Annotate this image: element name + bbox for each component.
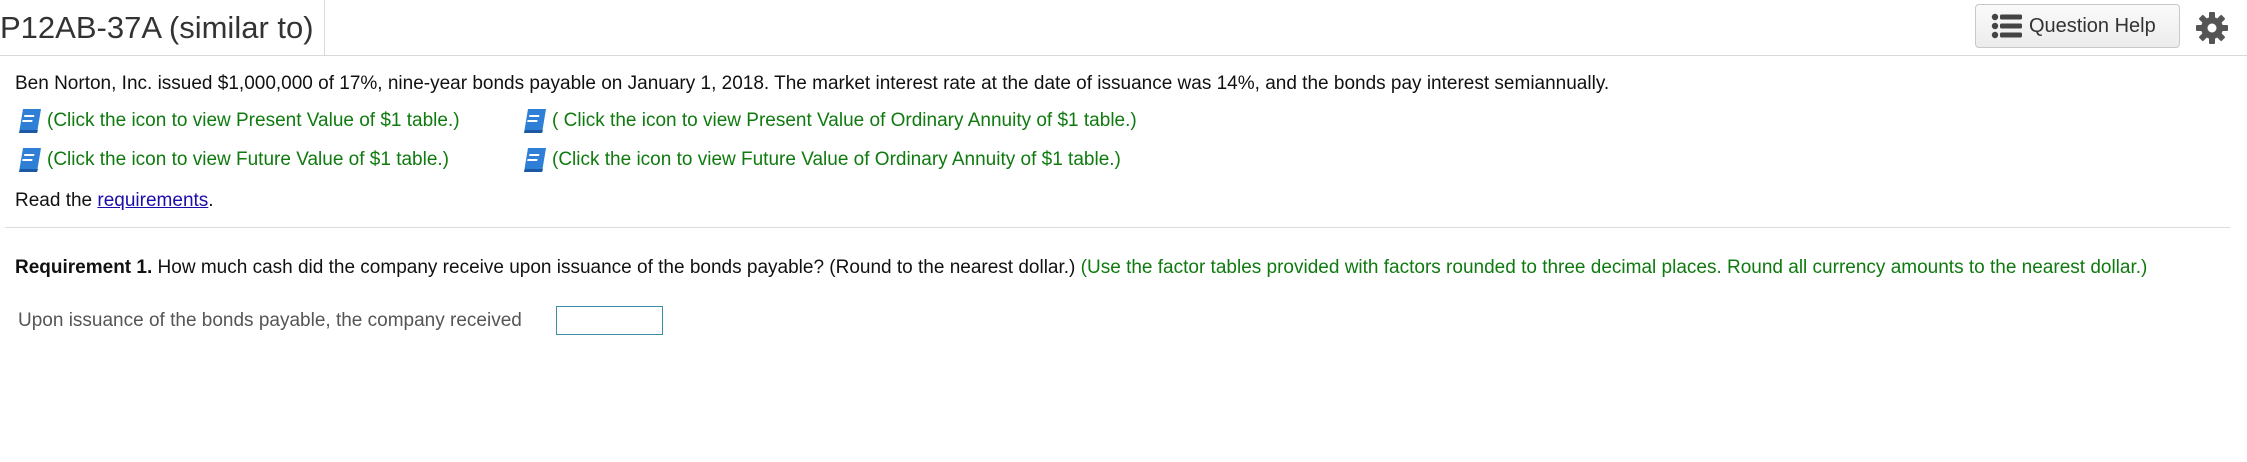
- problem-content: Ben Norton, Inc. issued $1,000,000 of 17…: [5, 70, 2230, 335]
- book-icon: [19, 148, 41, 172]
- requirements-link[interactable]: requirements: [97, 190, 208, 211]
- question-help-button[interactable]: Question Help: [1975, 4, 2180, 48]
- header-bar: P12AB-37A (similar to) Question Help: [0, 0, 2247, 56]
- read-suffix: .: [208, 190, 214, 211]
- requirement-1-text: Requirement 1. How much cash did the com…: [15, 257, 2147, 279]
- requirement-1-note: (Use the factor tables provided with fac…: [1080, 257, 2148, 278]
- problem-intro: Ben Norton, Inc. issued $1,000,000 of 17…: [15, 73, 1610, 94]
- fv-ordinary-annuity-table-link[interactable]: (Click the icon to view Future Value of …: [520, 145, 1121, 175]
- fv-ordinary-annuity-table-label: (Click the icon to view Future Value of …: [552, 149, 1121, 170]
- page-title: P12AB-37A (similar to): [0, 9, 314, 45]
- list-icon: [1991, 13, 2022, 39]
- future-value-table-link[interactable]: (Click the icon to view Future Value of …: [15, 145, 449, 175]
- requirement-1-question: How much cash did the company receive up…: [152, 257, 1081, 278]
- present-value-table-label: (Click the icon to view Present Value of…: [47, 110, 460, 131]
- read-requirements-line: Read the requirements.: [15, 190, 214, 212]
- book-icon: [524, 148, 546, 172]
- table-links: (Click the icon to view Present Value of…: [15, 100, 2230, 178]
- pv-ordinary-annuity-table-link[interactable]: ( Click the icon to view Present Value o…: [520, 106, 1137, 136]
- answer-row: Upon issuance of the bonds payable, the …: [18, 306, 663, 335]
- question-help-label: Question Help: [2029, 14, 2156, 37]
- requirement-1-label: Requirement 1.: [15, 257, 153, 278]
- present-value-table-link[interactable]: (Click the icon to view Present Value of…: [15, 106, 460, 136]
- title-box: P12AB-37A (similar to): [0, 0, 325, 55]
- page: P12AB-37A (similar to) Question Help Ben…: [0, 0, 2247, 462]
- future-value-table-label: (Click the icon to view Future Value of …: [47, 149, 450, 170]
- section-divider: [5, 227, 2230, 228]
- gear-icon[interactable]: [2196, 12, 2228, 44]
- book-icon: [524, 109, 546, 133]
- pv-ordinary-annuity-table-label: ( Click the icon to view Present Value o…: [552, 110, 1137, 131]
- cash-received-input[interactable]: [555, 306, 663, 335]
- answer-prompt: Upon issuance of the bonds payable, the …: [18, 309, 522, 331]
- book-icon: [19, 109, 41, 133]
- read-prefix: Read the: [15, 190, 98, 211]
